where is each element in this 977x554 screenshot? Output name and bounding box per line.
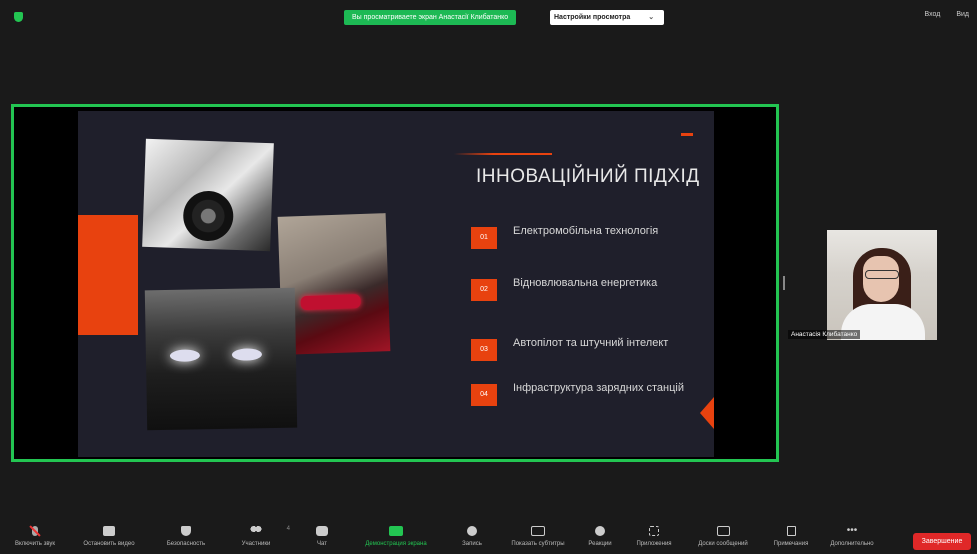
- toolbar-label: Доски сообщений: [698, 541, 748, 547]
- more-button[interactable]: ••• Дополнительно: [822, 520, 882, 554]
- chat-icon: [316, 526, 328, 536]
- reactions-icon: [595, 526, 605, 536]
- shared-screen: ІННОВАЦІЙНИЙ ПІДХІД 01 Електромобільна т…: [11, 104, 779, 462]
- decorative-line: [454, 153, 552, 155]
- stop-video-button[interactable]: Остановить видео: [74, 520, 144, 554]
- decorative-orange-block: [78, 215, 138, 335]
- whiteboard-button[interactable]: Доски сообщений: [688, 520, 758, 554]
- top-bar: Вы просматриваете экран Анастасії Клибат…: [0, 0, 977, 34]
- toolbar-label: Демонстрация экрана: [365, 541, 427, 547]
- microphone-muted-icon: [32, 526, 38, 536]
- item-text: Відновлювальна енергетика: [513, 277, 658, 289]
- shield-icon: [181, 526, 191, 536]
- captions-icon: [531, 526, 545, 536]
- item-text: Інфраструктура зарядних станцій: [513, 382, 685, 394]
- toolbar-label: Участники: [241, 541, 271, 547]
- view-options-button[interactable]: Настройки просмотра ⌄: [550, 10, 665, 25]
- chevron-down-icon: ⌄: [648, 14, 655, 21]
- participants-button[interactable]: 4 Участники: [232, 520, 290, 554]
- top-right-item-view[interactable]: Вид: [956, 11, 969, 18]
- reactions-button[interactable]: Реакции: [582, 520, 618, 554]
- notes-icon: [786, 526, 796, 536]
- participants-count: 4: [286, 526, 290, 532]
- end-meeting-button[interactable]: Завершение: [913, 533, 971, 550]
- more-icon: •••: [846, 525, 858, 536]
- share-screen-icon: [389, 526, 403, 536]
- item-text: Автопілот та штучний інтелект: [513, 337, 669, 349]
- toolbar-label: Остановить видео: [83, 541, 135, 547]
- participants-icon: [250, 526, 262, 536]
- view-options-label: Настройки просмотра: [554, 14, 631, 21]
- toolbar-label: Включить звук: [14, 541, 55, 547]
- participant-video-tile[interactable]: [827, 230, 937, 340]
- screen-share-banner: Вы просматриваете экран Анастасії Клибат…: [344, 10, 517, 25]
- toolbar-label: Приложения: [636, 541, 672, 547]
- unmute-button[interactable]: Включить звук: [6, 520, 64, 554]
- car-photo-silver: [142, 138, 274, 252]
- item-number: 02: [471, 279, 497, 301]
- toolbar-label: Запись: [462, 541, 482, 547]
- notes-button[interactable]: Примечания: [764, 520, 818, 554]
- toolbar-label: Чат: [317, 541, 327, 547]
- item-number: 04: [471, 384, 497, 406]
- toolbar-label: Показать субтитры: [511, 541, 565, 547]
- decorative-triangle: [700, 397, 714, 429]
- security-button[interactable]: Безопасность: [158, 520, 214, 554]
- whiteboard-icon: [716, 526, 730, 536]
- video-camera-icon: [103, 526, 115, 536]
- toolbar-label: Примечания: [773, 541, 809, 547]
- chat-button[interactable]: Чат: [305, 520, 339, 554]
- captions-button[interactable]: Показать субтитры: [500, 520, 576, 554]
- split-resize-handle[interactable]: [783, 276, 785, 290]
- toolbar-label: Дополнительно: [830, 541, 874, 547]
- apps-icon: [649, 526, 659, 536]
- item-number: 03: [471, 339, 497, 361]
- top-right-controls: Вход Вид: [911, 11, 969, 18]
- record-button[interactable]: Запись: [452, 520, 492, 554]
- item-number: 01: [471, 227, 497, 249]
- participant-name: Анастасія Клибатанко: [788, 330, 861, 339]
- record-icon: [467, 526, 477, 536]
- car-photo-dark: [144, 287, 298, 431]
- meeting-toolbar: Включить звук Остановить видео Безопасно…: [0, 520, 977, 554]
- slide-title: ІННОВАЦІЙНИЙ ПІДХІД: [476, 166, 700, 187]
- item-text: Електромобільна технологія: [513, 225, 659, 237]
- toolbar-label: Реакции: [588, 541, 612, 547]
- apps-button[interactable]: Приложения: [626, 520, 682, 554]
- toolbar-label: Безопасность: [166, 541, 206, 547]
- top-right-item-enter[interactable]: Вход: [925, 11, 941, 18]
- presentation-slide: ІННОВАЦІЙНИЙ ПІДХІД 01 Електромобільна т…: [78, 111, 714, 457]
- decorative-mark: [681, 133, 693, 136]
- share-screen-button[interactable]: Демонстрация экрана: [346, 520, 446, 554]
- security-shield-icon[interactable]: [14, 12, 23, 22]
